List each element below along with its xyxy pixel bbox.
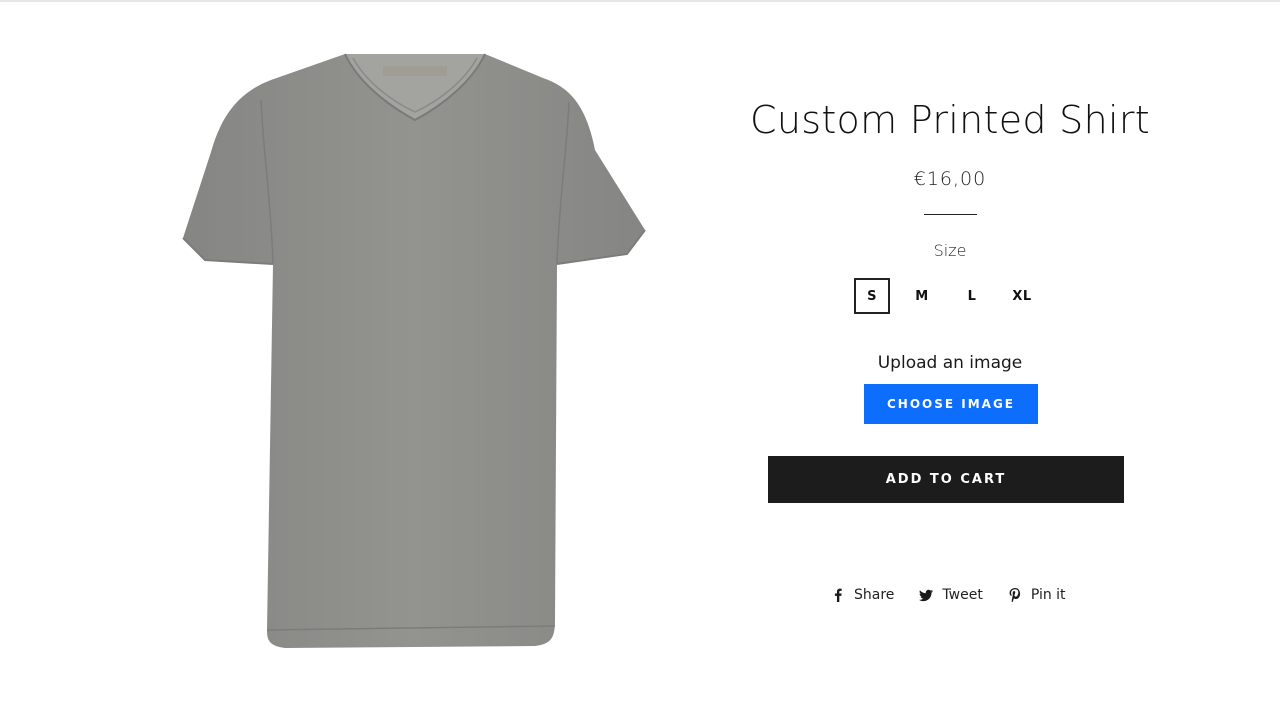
- social-share: Share Tweet Pin it: [830, 583, 1090, 607]
- share-facebook-link[interactable]: Share: [830, 587, 894, 603]
- product-info: Custom Printed Shirt €16,00 Size S M L X…: [740, 0, 1160, 720]
- twitter-icon: [918, 587, 934, 603]
- add-to-cart-button[interactable]: ADD TO CART: [768, 456, 1124, 503]
- pinterest-icon: [1007, 587, 1023, 603]
- size-option-l[interactable]: L: [954, 278, 990, 314]
- size-selector: S M L XL: [854, 278, 1054, 314]
- share-pinterest-link[interactable]: Pin it: [1007, 587, 1066, 603]
- facebook-icon: [830, 587, 846, 603]
- share-label: Share: [854, 587, 895, 603]
- tweet-label: Tweet: [942, 587, 983, 603]
- size-option-s[interactable]: S: [854, 278, 890, 314]
- size-option-m[interactable]: M: [904, 278, 940, 314]
- product-title: Custom Printed Shirt: [750, 98, 1150, 142]
- pin-label: Pin it: [1030, 587, 1066, 603]
- product-image: [175, 40, 655, 660]
- choose-image-button[interactable]: CHOOSE IMAGE: [864, 384, 1038, 424]
- size-label: Size: [933, 241, 967, 260]
- tshirt-illustration: [182, 53, 646, 648]
- title-divider: [924, 214, 977, 215]
- product-price: €16,00: [913, 168, 987, 190]
- size-option-xl[interactable]: XL: [1004, 278, 1040, 314]
- upload-label: Upload an image: [877, 353, 1023, 373]
- share-twitter-link[interactable]: Tweet: [918, 587, 983, 603]
